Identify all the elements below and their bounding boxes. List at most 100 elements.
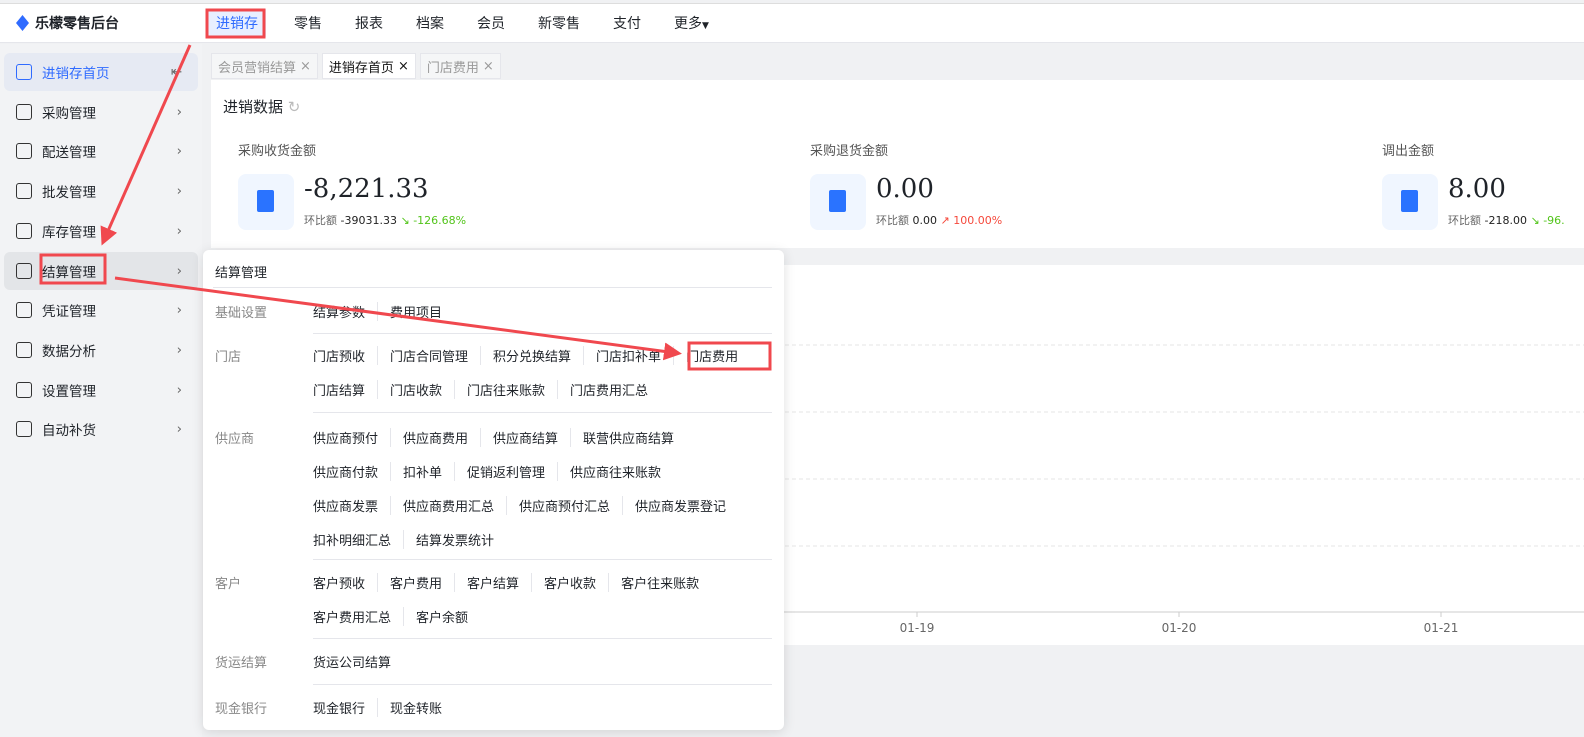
menu-item[interactable]: 客户往来账款 — [608, 573, 711, 592]
chevron-right-icon[interactable]: › — [177, 223, 182, 239]
menu-item[interactable]: 门店往来账款 — [454, 380, 557, 399]
menu-item[interactable]: 供应商发票 — [313, 496, 390, 515]
menu-item[interactable]: 门店费用 — [673, 346, 750, 365]
menu-item[interactable]: 货运公司结算 — [313, 652, 403, 671]
chevron-right-icon[interactable]: › — [177, 183, 182, 199]
compare-value: 0.00 — [912, 214, 938, 227]
menu-item[interactable]: 客户收款 — [531, 573, 608, 592]
menu-item[interactable]: 结算发票统计 — [403, 530, 506, 549]
nav-inventory[interactable]: 进销存 — [208, 9, 266, 37]
refresh-icon[interactable]: ↻ — [288, 98, 301, 116]
menu-item[interactable]: 积分兑换结算 — [480, 346, 583, 365]
chevron-right-icon[interactable]: › — [177, 302, 182, 318]
nav-more[interactable]: 更多▼ — [674, 13, 730, 33]
menu-item[interactable]: 客户结算 — [454, 573, 531, 592]
auto-replenish-icon — [16, 421, 32, 438]
nav-payment[interactable]: 支付 — [613, 13, 662, 33]
menu-item[interactable]: 结算参数 — [313, 302, 377, 321]
nav-reports[interactable]: 报表 — [355, 13, 404, 33]
menu-item[interactable]: 供应商费用汇总 — [390, 496, 506, 515]
tab-store-expense[interactable]: 门店费用 × — [419, 53, 501, 79]
menu-row: 客户预收 客户费用 客户结算 客户收款 客户往来账款 — [313, 573, 711, 607]
menu-item[interactable]: 门店预收 — [313, 346, 377, 365]
menu-item[interactable]: 供应商预付汇总 — [506, 496, 622, 515]
distribution-icon — [16, 143, 32, 160]
menu-item[interactable]: 扣补明细汇总 — [313, 530, 403, 549]
tab-inventory-home[interactable]: 进销存首页 × — [321, 53, 416, 79]
sidebar-item-data-analysis[interactable]: 数据分析 › — [4, 331, 198, 369]
sidebar-item-purchase[interactable]: 采购管理 › — [4, 93, 198, 131]
menu-item[interactable]: 供应商往来账款 — [557, 462, 673, 481]
chevron-right-icon[interactable]: › — [177, 263, 182, 279]
x-tick-label: 01-20 — [1162, 621, 1197, 635]
settings-icon — [16, 381, 32, 398]
menu-item[interactable]: 联营供应商结算 — [570, 428, 686, 447]
menu-item[interactable]: 费用项目 — [377, 302, 454, 321]
menu-item[interactable]: 门店费用汇总 — [557, 380, 660, 399]
collapse-icon[interactable]: ⇤ — [171, 64, 182, 80]
menu-row: 扣补明细汇总 结算发票统计 — [313, 530, 738, 564]
nav-new-retail[interactable]: 新零售 — [538, 13, 601, 33]
close-icon[interactable]: × — [300, 59, 311, 74]
compare-label: 环比额 — [304, 214, 337, 227]
menu-item[interactable]: 门店结算 — [313, 380, 377, 399]
sidebar-item-settings[interactable]: 设置管理 › — [4, 371, 198, 409]
menu-item[interactable]: 供应商预付 — [313, 428, 390, 447]
menu-item[interactable]: 客户费用汇总 — [313, 607, 403, 626]
chevron-right-icon[interactable]: › — [177, 421, 182, 437]
tab-member-settlement[interactable]: 会员营销结算 × — [211, 53, 318, 79]
sidebar-item-voucher[interactable]: 凭证管理 › — [4, 291, 198, 329]
menu-item[interactable]: 供应商发票登记 — [622, 496, 738, 515]
sidebar-item-auto-replenish[interactable]: 自动补货 › — [4, 410, 198, 448]
close-icon[interactable]: × — [398, 59, 409, 74]
menu-title: 结算管理 — [215, 266, 268, 281]
menu-item[interactable]: 供应商结算 — [480, 428, 570, 447]
menu-item[interactable]: 供应商费用 — [390, 428, 480, 447]
tab-label: 会员营销结算 — [218, 60, 297, 76]
sidebar-item-label: 凭证管理 — [42, 304, 96, 321]
chevron-right-icon[interactable]: › — [177, 104, 182, 120]
menu-item[interactable]: 促销返利管理 — [454, 462, 557, 481]
compare-label: 环比额 — [1448, 214, 1481, 227]
menu-section-label: 货运结算 — [215, 656, 268, 671]
sidebar-item-distribution[interactable]: 配送管理 › — [4, 132, 198, 170]
sidebar-item-wholesale[interactable]: 批发管理 › — [4, 172, 198, 210]
sidebar-item-label: 设置管理 — [42, 383, 96, 400]
menu-row: 现金银行 现金转账 — [313, 698, 454, 732]
stat-icon — [810, 174, 866, 230]
nav-retail[interactable]: 零售 — [294, 13, 343, 33]
chevron-right-icon[interactable]: › — [177, 342, 182, 358]
x-tick-label: 01-19 — [900, 621, 935, 635]
nav-archives[interactable]: 档案 — [416, 13, 465, 33]
menu-row: 门店预收 门店合同管理 积分兑换结算 门店扣补单 门店费用 — [313, 346, 750, 380]
card-title-text: 进销数据 — [223, 98, 284, 116]
stat-card: 采购退货金额 0.00 环比额 0.00 ↗ 100.00% — [810, 140, 1002, 230]
menu-item[interactable]: 客户预收 — [313, 573, 377, 592]
chevron-right-icon[interactable]: › — [177, 143, 182, 159]
sidebar-item-settlement[interactable]: 结算管理 › — [4, 251, 198, 290]
nav-more-label: 更多 — [674, 16, 702, 32]
sidebar-item-stock[interactable]: 库存管理 › — [4, 212, 198, 250]
nav-members[interactable]: 会员 — [477, 13, 526, 33]
chevron-right-icon[interactable]: › — [177, 382, 182, 398]
close-icon[interactable]: × — [483, 59, 494, 74]
app-title: 乐檬零售后台 — [35, 16, 119, 32]
menu-item[interactable]: 现金转账 — [377, 698, 454, 717]
menu-item[interactable]: 客户费用 — [377, 573, 454, 592]
app-logo[interactable]: 乐檬零售后台 — [0, 13, 204, 33]
menu-item[interactable]: 门店合同管理 — [377, 346, 480, 365]
stat-value: -8,221.33 — [304, 174, 429, 204]
menu-item[interactable]: 扣补单 — [390, 462, 454, 481]
tab-label: 门店费用 — [426, 60, 479, 76]
menu-item[interactable]: 客户余额 — [403, 607, 480, 626]
menu-item[interactable]: 现金银行 — [313, 698, 377, 717]
menu-item[interactable]: 门店收款 — [377, 380, 454, 399]
stat-value: 0.00 — [876, 174, 934, 204]
sidebar-item-label: 结算管理 — [42, 264, 96, 281]
menu-item[interactable]: 供应商付款 — [313, 462, 390, 481]
x-tick-label: 01-21 — [1424, 621, 1459, 635]
sidebar-item-inventory-home[interactable]: 进销存首页 ⇤ — [4, 53, 198, 91]
stat-icon — [1382, 174, 1438, 230]
menu-item[interactable]: 门店扣补单 — [583, 346, 673, 365]
compare-value: -218.00 — [1484, 214, 1527, 227]
